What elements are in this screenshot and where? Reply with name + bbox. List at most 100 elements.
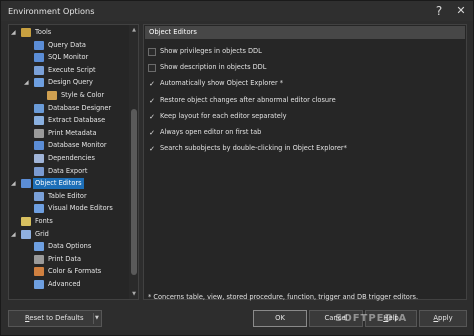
window-title: Environment Options	[8, 6, 95, 16]
reset-to-defaults-button[interactable]: Reset to Defaults ▼	[8, 310, 102, 327]
tools-icon	[21, 28, 31, 37]
checkbox-checked[interactable]: ✓	[148, 145, 156, 153]
tree-item-label: Data Export	[48, 166, 88, 175]
split-divider	[93, 313, 94, 324]
checkbox-unchecked[interactable]	[148, 48, 156, 56]
checkbox-checked[interactable]: ✓	[148, 113, 156, 121]
tree-item-label: Fonts	[35, 217, 53, 225]
tree-item-label: Object Editors	[33, 178, 84, 190]
tree-item-print-metadata[interactable]: Print Metadata	[9, 128, 129, 139]
sql-monitor-icon	[34, 53, 44, 63]
checkbox-unchecked[interactable]	[148, 64, 156, 73]
option-label: Show description in objects DDL	[160, 63, 267, 72]
option-label: Restore object changes after abnormal ed…	[160, 95, 336, 104]
ok-button[interactable]: OK	[253, 310, 307, 327]
title-bar: Environment Options ? ✕	[1, 1, 473, 21]
tree-item-database-designer[interactable]: Database Designer	[9, 103, 129, 114]
color-formats-icon	[34, 267, 44, 277]
footnote: * Concerns table, view, stored procedure…	[148, 293, 419, 301]
checkbox-checked[interactable]: ✓	[148, 97, 156, 105]
option-row[interactable]: ✓ Restore object changes after abnormal e…	[148, 96, 464, 106]
tree-item-object-editors[interactable]: ◢ Object Editors	[9, 178, 129, 190]
tree-item-execute-script[interactable]: Execute Script	[9, 65, 129, 76]
tree-item-tools[interactable]: ◢ Tools	[9, 27, 129, 38]
data-export-icon	[34, 166, 44, 176]
checkbox-checked[interactable]: ✓	[148, 80, 156, 88]
tree-item-label: Execute Script	[48, 65, 96, 74]
tree-item-design-query[interactable]: ◢ Design Query	[9, 77, 129, 88]
tree-item-visual-mode-editors[interactable]: Visual Mode Editors	[9, 203, 129, 214]
tree-item-style-color[interactable]: Style & Color	[9, 90, 129, 101]
extract-database-icon	[34, 116, 44, 126]
table-editor-icon	[34, 191, 44, 201]
option-row[interactable]: ✓ Search subobjects by double-clicking in…	[148, 144, 464, 154]
option-label: Show privileges in objects DDL	[160, 47, 262, 55]
option-row[interactable]: ✓ Automatically show Object Explorer *	[148, 79, 464, 89]
tree-item-grid[interactable]: ◢ Grid	[9, 229, 129, 240]
tree-item-label: Dependencies	[48, 154, 95, 162]
tree-item-label: Print Metadata	[48, 128, 97, 137]
tree-item-fonts[interactable]: Fonts	[9, 216, 129, 227]
options-tree[interactable]: ◢ Tools Query Data SQL Monitor Execute Scrip…	[8, 24, 139, 300]
option-label: Keep layout for each editor separately	[160, 111, 287, 120]
print-data-icon	[34, 254, 44, 264]
tree-item-dependencies[interactable]: Dependencies	[9, 153, 129, 164]
tree-item-label: Extract Database	[48, 116, 106, 125]
expand-arrow-icon[interactable]: ◢	[24, 77, 32, 88]
environment-options-window: Environment Options ? ✕ ◢ Tools Query Data…	[0, 0, 474, 336]
grid-icon	[21, 229, 31, 239]
option-row[interactable]: ✓ Keep layout for each editor separately	[148, 112, 464, 122]
expand-arrow-icon[interactable]: ◢	[11, 27, 19, 38]
database-designer-icon	[34, 103, 44, 113]
advanced-icon	[34, 280, 44, 289]
design-query-icon	[34, 78, 44, 88]
tree-item-label: Design Query	[48, 78, 93, 87]
dependencies-icon	[34, 154, 44, 163]
help-icon[interactable]: ?	[429, 2, 449, 20]
panel-header: Object Editors	[145, 26, 465, 39]
close-icon[interactable]: ✕	[451, 2, 471, 20]
tree-scrollbar[interactable]: ▲ ▼	[129, 25, 138, 299]
option-label: Search subobjects by double-clicking in …	[160, 144, 347, 153]
tree-item-advanced[interactable]: Advanced	[9, 279, 129, 290]
scroll-up-icon[interactable]: ▲	[129, 25, 138, 35]
tree-item-label: Visual Mode Editors	[48, 204, 113, 213]
tree-item-label: Grid	[35, 229, 49, 238]
tree-item-sql-monitor[interactable]: SQL Monitor	[9, 52, 129, 63]
object-editors-icon	[21, 179, 31, 189]
tree-item-label: Style & Color	[61, 91, 105, 99]
apply-button[interactable]: Apply	[419, 310, 467, 327]
option-row[interactable]: ✓ Always open editor on first tab	[148, 128, 464, 138]
scroll-down-icon[interactable]: ▼	[129, 289, 138, 299]
tree-item-query-data[interactable]: Query Data	[9, 40, 129, 51]
tree-item-label: Database Monitor	[48, 141, 107, 150]
query-data-icon	[34, 40, 44, 50]
tree-item-table-editor[interactable]: Table Editor	[9, 191, 129, 202]
panel-title: Object Editors	[149, 28, 197, 36]
tree-item-label: Color & Formats	[48, 267, 102, 276]
tree-item-label: Query Data	[48, 40, 86, 49]
tree-item-label: Tools	[35, 28, 52, 36]
data-options-icon	[34, 242, 44, 252]
expand-arrow-icon[interactable]: ◢	[11, 229, 19, 240]
tree-item-data-export[interactable]: Data Export	[9, 166, 129, 177]
fonts-icon	[21, 217, 31, 226]
tree-item-print-data[interactable]: Print Data	[9, 254, 129, 265]
scroll-thumb[interactable]	[131, 109, 137, 275]
tree-item-extract-database[interactable]: Extract Database	[9, 115, 129, 126]
option-row[interactable]: Show privileges in objects DDL	[148, 47, 464, 57]
tree-item-database-monitor[interactable]: Database Monitor	[9, 140, 129, 151]
dropdown-arrow-icon[interactable]: ▼	[95, 311, 102, 326]
option-row[interactable]: Show description in objects DDL	[148, 63, 464, 73]
execute-script-icon	[34, 65, 44, 75]
tree-item-label: Print Data	[48, 254, 82, 263]
database-monitor-icon	[34, 141, 44, 151]
expand-arrow-icon[interactable]: ◢	[11, 178, 19, 189]
option-label: Always open editor on first tab	[160, 128, 262, 136]
reset-label: eset to Defaults	[29, 314, 84, 322]
tree-item-color-formats[interactable]: Color & Formats	[9, 266, 129, 277]
style-color-icon	[47, 91, 57, 100]
visual-mode-editors-icon	[34, 204, 44, 214]
tree-item-data-options[interactable]: Data Options	[9, 241, 129, 252]
checkbox-checked[interactable]: ✓	[148, 129, 156, 137]
